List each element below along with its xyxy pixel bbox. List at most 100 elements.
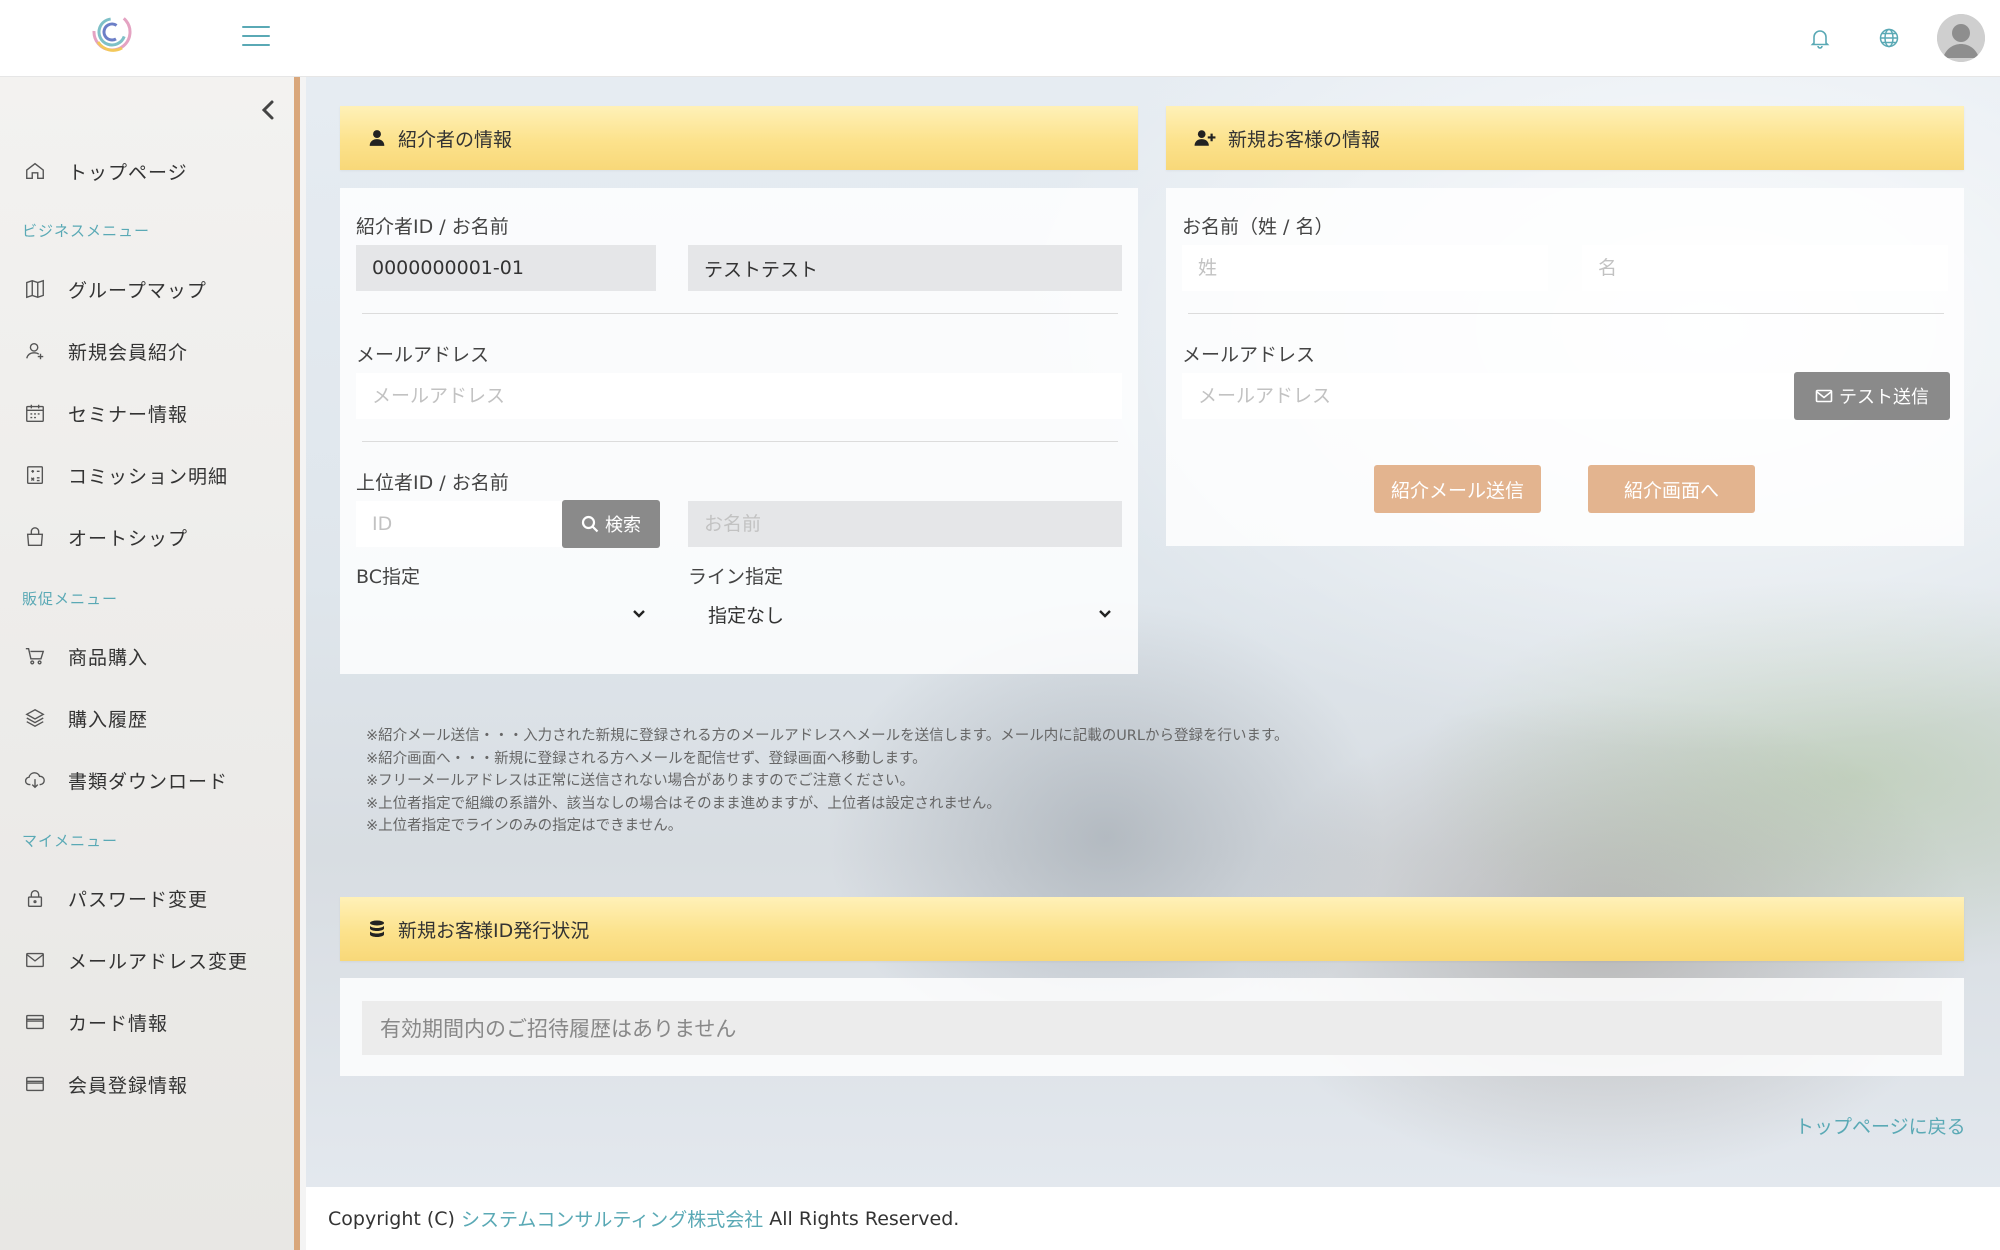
menu-toggle-icon[interactable] bbox=[242, 26, 270, 48]
sidebar-section-my-menu: マイメニュー bbox=[22, 832, 119, 850]
issue-status-card-title: 新規お客様ID発行状況 bbox=[398, 919, 590, 942]
sidebar-item-label: オートシップ bbox=[68, 527, 189, 550]
credit-card-icon bbox=[26, 1014, 44, 1030]
referrer-id-label: 紹介者ID / お名前 bbox=[356, 216, 509, 238]
notes-list: ※紹介メール送信・・・入力された新規に登録される方のメールアドレスへメールを送信… bbox=[366, 725, 1289, 838]
last-name-field[interactable] bbox=[1182, 245, 1548, 291]
user-plus-icon bbox=[1194, 130, 1216, 146]
sidebar-item-document-download[interactable]: 書類ダウンロード bbox=[0, 758, 294, 802]
cart-icon bbox=[25, 647, 45, 665]
sidebar-section-promotion: 販促メニュー bbox=[22, 590, 119, 608]
note-item: ※フリーメールアドレスは正常に送信されない場合がありますのでご注意ください。 bbox=[366, 773, 915, 789]
user-avatar[interactable] bbox=[1937, 14, 1985, 62]
sidebar-item-label: メールアドレス変更 bbox=[68, 950, 249, 973]
sidebar-item-top-page[interactable]: トップページ bbox=[0, 149, 294, 193]
sidebar-item-label: パスワード変更 bbox=[68, 888, 209, 911]
new-customer-card-header: 新規お客様の情報 bbox=[1166, 106, 1964, 170]
user-icon bbox=[369, 130, 385, 146]
sidebar-item-label: トップページ bbox=[68, 161, 188, 184]
sidebar-item-purchase-history[interactable]: 購入履歴 bbox=[0, 696, 294, 740]
user-icon bbox=[26, 342, 44, 360]
bell-icon[interactable] bbox=[1808, 26, 1832, 50]
mail-icon bbox=[26, 952, 44, 968]
sidebar-item-label: カード情報 bbox=[68, 1012, 169, 1035]
referrer-card-body: 紹介者ID / お名前 メールアドレス 上位者ID / お名前 検索 BC指定 … bbox=[340, 188, 1138, 674]
test-send-button-label: テスト送信 bbox=[1839, 387, 1929, 408]
home-icon bbox=[26, 162, 44, 180]
collapse-sidebar-icon[interactable] bbox=[256, 95, 280, 125]
note-item: ※紹介画面へ・・・新規に登録される方へメールを配信せず、登録画面へ移動します。 bbox=[366, 750, 927, 767]
database-icon bbox=[370, 920, 384, 937]
referrer-card-header: 紹介者の情報 bbox=[340, 106, 1138, 170]
sidebar-item-seminar-info[interactable]: セミナー情報 bbox=[0, 391, 294, 435]
upline-id-field[interactable] bbox=[356, 501, 564, 547]
first-name-field[interactable] bbox=[1582, 245, 1948, 291]
copyright-suffix: All Rights Reserved. bbox=[769, 1207, 960, 1230]
globe-icon[interactable] bbox=[1877, 26, 1901, 50]
bc-label: BC指定 bbox=[356, 566, 420, 588]
line-label: ライン指定 bbox=[688, 566, 784, 588]
sidebar-item-commission[interactable]: コミッション明細 bbox=[0, 453, 294, 497]
id-card-icon bbox=[26, 1076, 44, 1092]
send-referral-email-button[interactable]: 紹介メール送信 bbox=[1374, 465, 1541, 513]
divider bbox=[362, 313, 1118, 314]
referrer-id-field[interactable] bbox=[356, 245, 656, 291]
sidebar-item-label: コミッション明細 bbox=[68, 465, 229, 488]
sidebar-item-member-registration[interactable]: 会員登録情報 bbox=[0, 1062, 294, 1106]
note-item: ※紹介メール送信・・・入力された新規に登録される方のメールアドレスへメールを送信… bbox=[366, 728, 1289, 744]
cloud-download-icon bbox=[24, 772, 45, 789]
sidebar-item-label: 会員登録情報 bbox=[68, 1074, 189, 1097]
divider bbox=[1188, 313, 1944, 314]
test-send-button[interactable]: テスト送信 bbox=[1794, 372, 1950, 420]
upline-name-field[interactable] bbox=[688, 501, 1122, 547]
sidebar-item-email-change[interactable]: メールアドレス変更 bbox=[0, 938, 294, 982]
calendar-icon bbox=[26, 404, 44, 422]
chevron-down-icon bbox=[1099, 610, 1111, 618]
sidebar-item-label: 新規会員紹介 bbox=[68, 341, 189, 364]
calculator-icon bbox=[26, 466, 44, 484]
sidebar-item-group-map[interactable]: グループマップ bbox=[0, 267, 294, 311]
referrer-email-field[interactable] bbox=[356, 373, 1122, 419]
referrer-email-label: メールアドレス bbox=[356, 344, 490, 366]
footer: Copyright (C) システムコンサルティング株式会社 All Right… bbox=[306, 1187, 2000, 1250]
new-customer-card-body: お名前（姓 / 名） メールアドレス テスト送信 紹介メール送信 紹介画面へ bbox=[1166, 188, 1964, 546]
sidebar: トップページ ビジネスメニュー グループマップ 新規会員紹介 セミナー情報 コミ… bbox=[0, 77, 300, 1250]
upline-label: 上位者ID / お名前 bbox=[356, 472, 509, 494]
chevron-down-icon bbox=[633, 610, 645, 618]
sidebar-item-label: 書類ダウンロード bbox=[68, 770, 229, 793]
sidebar-item-label: グループマップ bbox=[68, 279, 207, 302]
bc-select[interactable] bbox=[356, 591, 658, 637]
referrer-name-field[interactable] bbox=[688, 245, 1122, 291]
sidebar-item-password-change[interactable]: パスワード変更 bbox=[0, 876, 294, 920]
main-content: 紹介者の情報 紹介者ID / お名前 メールアドレス 上位者ID / お名前 検… bbox=[306, 77, 2000, 1187]
sidebar-item-new-member-referral[interactable]: 新規会員紹介 bbox=[0, 329, 294, 373]
line-select[interactable]: 指定なし bbox=[688, 591, 1124, 637]
back-to-top-link[interactable]: トップページに戻る bbox=[1795, 1112, 1966, 1139]
lock-icon bbox=[27, 889, 43, 907]
shopping-bag-icon bbox=[26, 527, 44, 546]
note-item: ※上位者指定で組織の系譜外、該当なしの場合はそのまま進めますが、上位者は設定され… bbox=[366, 795, 1001, 812]
top-bar bbox=[0, 0, 2000, 77]
customer-name-label: お名前（姓 / 名） bbox=[1182, 216, 1334, 238]
sidebar-item-autoship[interactable]: オートシップ bbox=[0, 515, 294, 559]
copyright-prefix: Copyright (C) bbox=[328, 1207, 455, 1230]
sidebar-item-label: セミナー情報 bbox=[68, 403, 189, 426]
customer-email-label: メールアドレス bbox=[1182, 344, 1316, 366]
line-select-value: 指定なし bbox=[708, 604, 785, 627]
company-link[interactable]: システムコンサルティング株式会社 bbox=[461, 1205, 763, 1232]
referrer-card-title: 紹介者の情報 bbox=[398, 128, 513, 151]
new-customer-card-title: 新規お客様の情報 bbox=[1228, 128, 1381, 151]
search-button-label: 検索 bbox=[605, 515, 641, 536]
layers-icon bbox=[25, 708, 45, 728]
sidebar-section-business: ビジネスメニュー bbox=[22, 222, 151, 240]
note-item: ※上位者指定でラインのみの指定はできません。 bbox=[366, 818, 683, 834]
referral-screen-button[interactable]: 紹介画面へ bbox=[1588, 465, 1755, 513]
customer-email-field[interactable] bbox=[1182, 373, 1794, 419]
sidebar-item-card-info[interactable]: カード情報 bbox=[0, 1000, 294, 1044]
search-button[interactable]: 検索 bbox=[562, 500, 660, 548]
sidebar-item-product-purchase[interactable]: 商品購入 bbox=[0, 634, 294, 678]
map-icon bbox=[26, 279, 44, 299]
company-logo-icon[interactable] bbox=[88, 8, 136, 56]
search-icon bbox=[581, 515, 599, 533]
sidebar-item-label: 購入履歴 bbox=[68, 708, 149, 731]
